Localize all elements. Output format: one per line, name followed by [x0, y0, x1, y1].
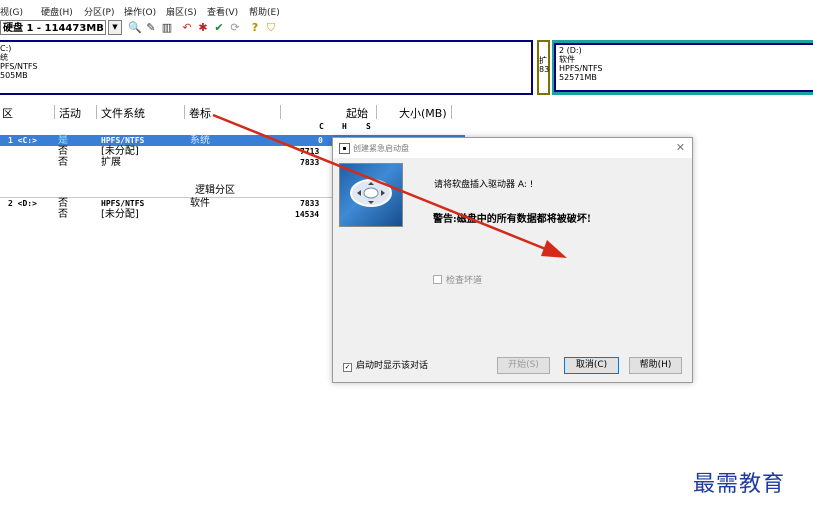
watermark: 最需教育 — [693, 472, 786, 497]
arrow-shaft — [212, 113, 554, 254]
arrow-head — [541, 240, 567, 258]
annotation-arrow — [212, 113, 567, 258]
